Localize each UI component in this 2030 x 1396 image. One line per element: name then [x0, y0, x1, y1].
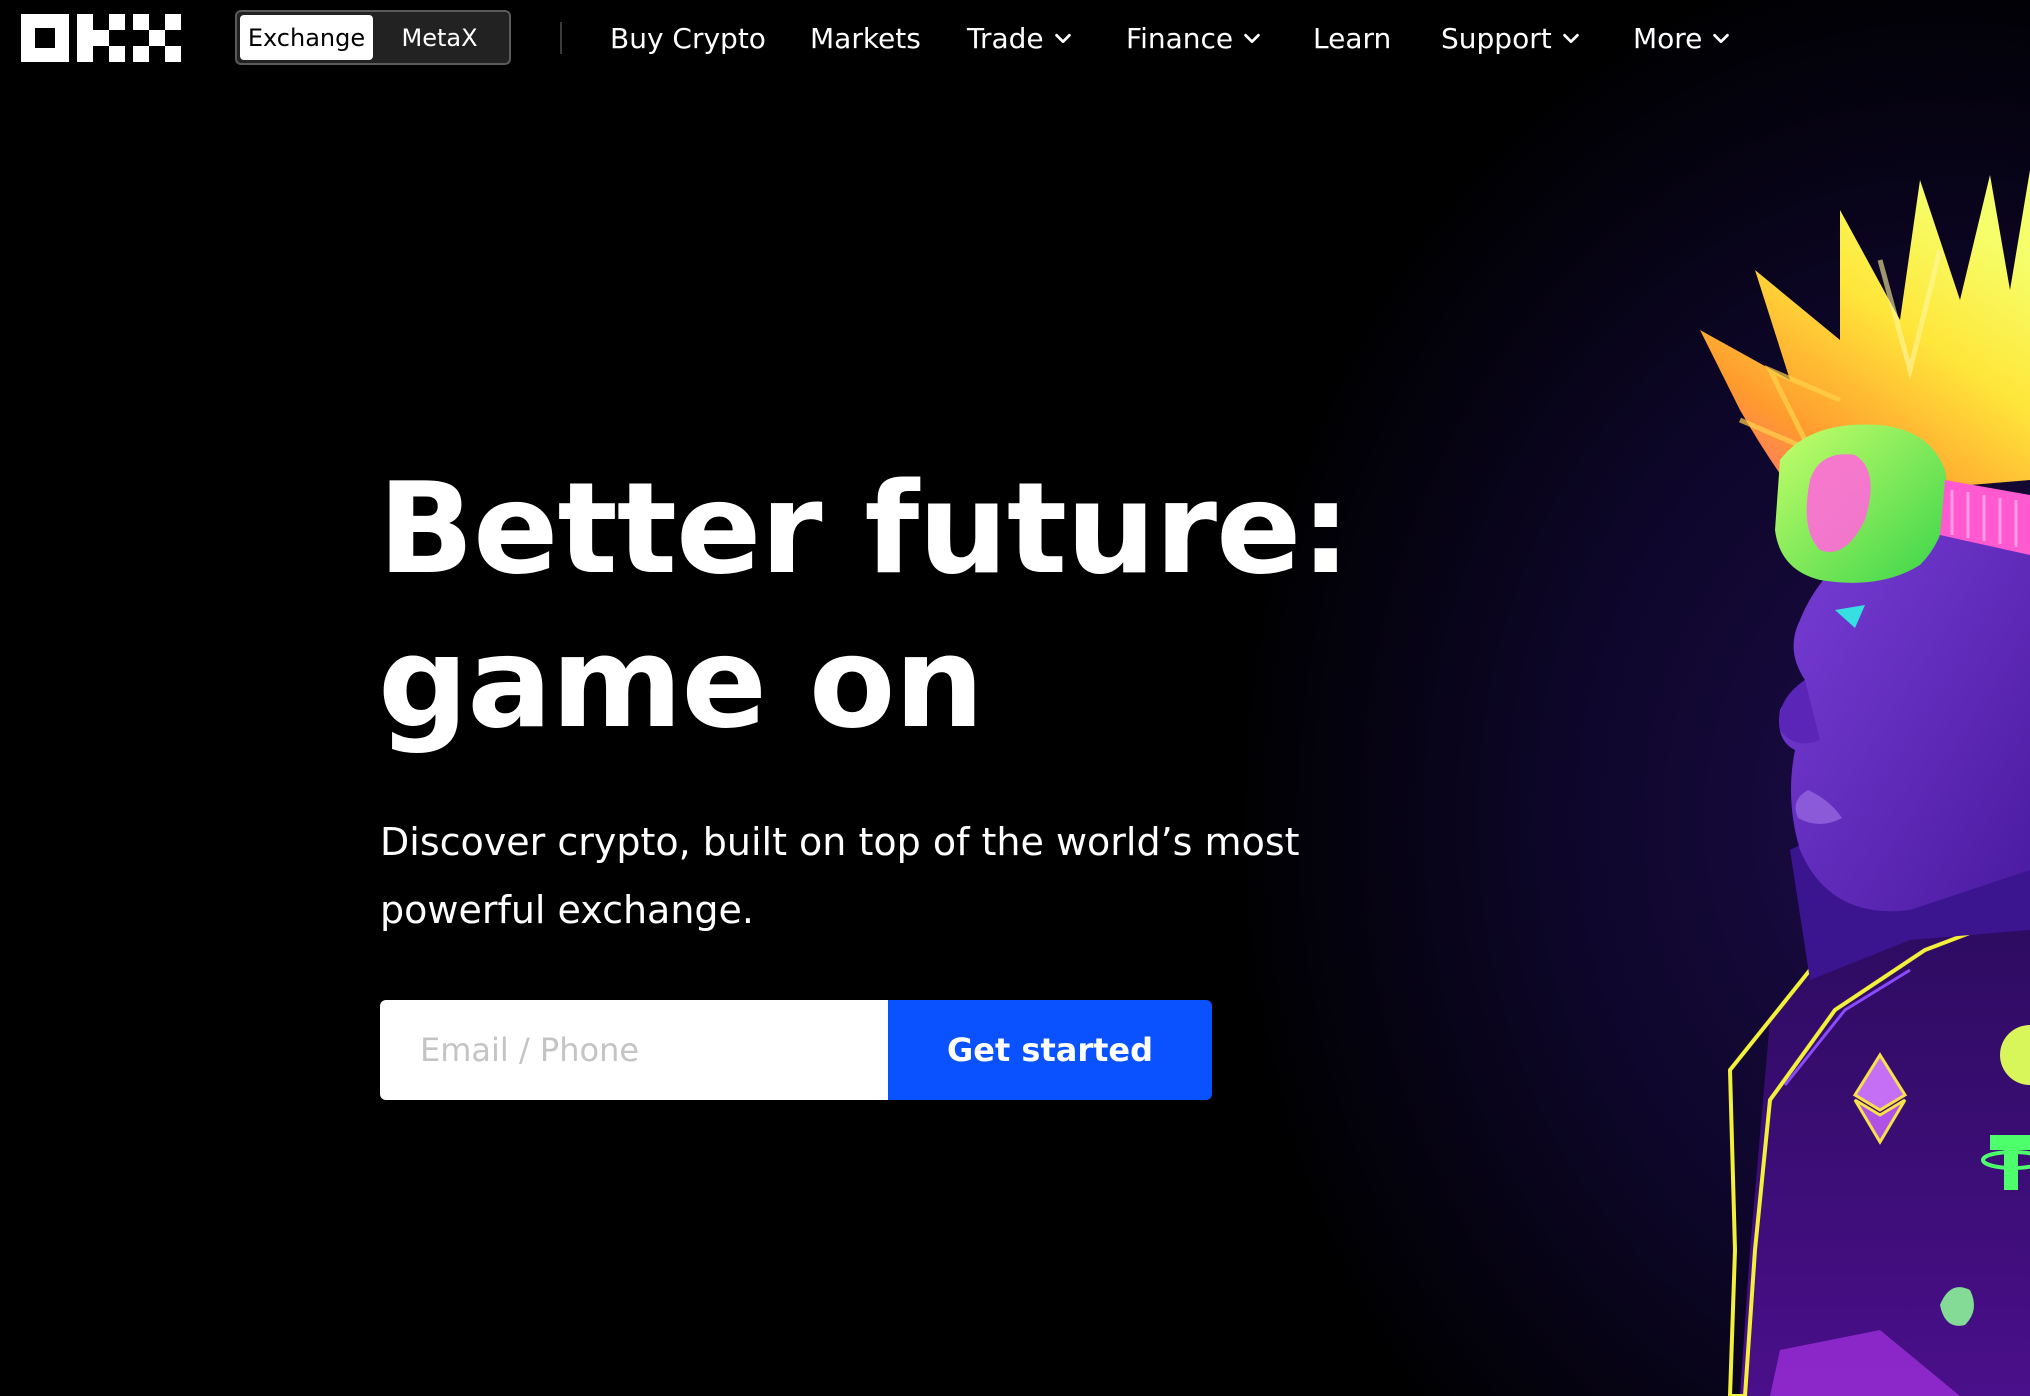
nav-learn[interactable]: Learn	[1313, 16, 1391, 60]
nav-markets-label: Markets	[810, 21, 921, 55]
email-phone-input[interactable]	[380, 1000, 888, 1100]
nav-markets[interactable]: Markets	[810, 16, 921, 60]
nav-finance-label: Finance	[1126, 21, 1234, 55]
chevron-down-icon	[1562, 33, 1579, 44]
okx-logo[interactable]	[21, 14, 181, 62]
nav-trade[interactable]: Trade	[967, 16, 1074, 60]
nav-divider	[560, 22, 562, 54]
signup-form: Get started	[380, 1000, 1212, 1100]
chevron-down-icon	[1054, 33, 1071, 44]
chevron-down-icon	[1244, 33, 1260, 44]
exchange-tab[interactable]: Exchange	[240, 15, 373, 60]
hero-title-line-2: game on	[378, 609, 984, 756]
top-navbar: Exchange MetaX Buy Crypto Markets Trade …	[0, 0, 2030, 78]
hero-character-illustration	[1700, 170, 2030, 1396]
nav-support-label: Support	[1441, 21, 1552, 55]
hero-title-line-1: Better future:	[378, 455, 1351, 602]
nav-buy-crypto[interactable]: Buy Crypto	[610, 16, 766, 60]
exchange-metax-toggle: Exchange MetaX	[235, 10, 511, 65]
metax-tab[interactable]: MetaX	[373, 15, 506, 60]
chevron-down-icon	[1713, 33, 1730, 44]
nav-more[interactable]: More	[1633, 16, 1732, 60]
nav-trade-label: Trade	[967, 21, 1044, 55]
page: Exchange MetaX Buy Crypto Markets Trade …	[0, 0, 2030, 1396]
hero-title: Better future: game on	[378, 452, 1378, 760]
hero-subtitle: Discover crypto, built on top of the wor…	[380, 820, 1300, 932]
get-started-button[interactable]: Get started	[888, 1000, 1212, 1100]
nav-buy-crypto-label: Buy Crypto	[610, 21, 766, 55]
nav-learn-label: Learn	[1313, 21, 1392, 55]
nav-more-label: More	[1633, 21, 1703, 55]
nav-support[interactable]: Support	[1441, 16, 1582, 60]
nav-finance[interactable]: Finance	[1126, 16, 1263, 60]
